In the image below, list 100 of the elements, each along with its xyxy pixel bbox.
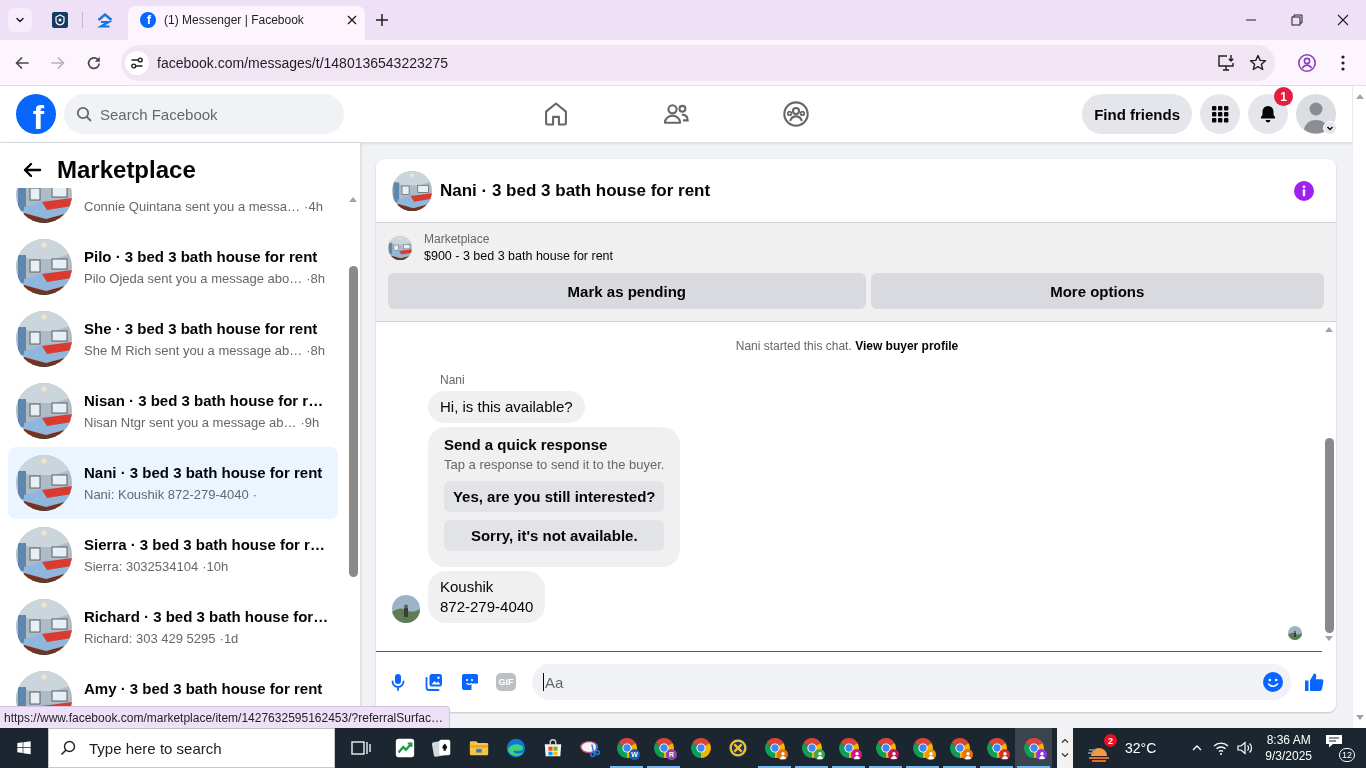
- message-time: ·10h: [202, 559, 229, 575]
- browser-icon: [615, 737, 638, 759]
- back-arrow-icon[interactable]: [22, 160, 42, 180]
- message-time: ·9h: [300, 415, 320, 431]
- message-time: ·: [252, 487, 258, 503]
- thumbs-up-icon[interactable]: [1303, 671, 1325, 693]
- listing-photo: [16, 383, 72, 439]
- close-icon[interactable]: [347, 15, 357, 25]
- text-cursor: [543, 673, 544, 691]
- search-field[interactable]: Type here to search: [48, 728, 335, 768]
- status-url-tooltip: https://www.facebook.com/marketplace/item/1427632595162453/?referralSurfac…: [0, 706, 450, 728]
- clock-time[interactable]: 8:36 AM: [1266, 732, 1311, 748]
- profile-icon[interactable]: [1297, 52, 1317, 73]
- tune-icon[interactable]: [125, 50, 149, 75]
- conversation-title: Richard · 3 bed 3 bath house for…: [84, 607, 330, 627]
- conversation-title: Nani · 3 bed 3 bath house for rent: [84, 463, 324, 483]
- avatar-photo: [1288, 626, 1302, 640]
- conversation-title: She · 3 bed 3 bath house for rent: [84, 319, 319, 339]
- quick-reply-button[interactable]: Sorry, it's not available.: [444, 520, 665, 551]
- more-icon[interactable]: [1341, 54, 1345, 71]
- conversation-item[interactable]: Connie Quintana sent you a messa… ·4h: [8, 188, 338, 231]
- scrollbar-thumb[interactable]: [348, 266, 358, 577]
- listing-summary: $900 - 3 bed 3 bath house for rent: [424, 248, 614, 265]
- alert-badge: 2: [1104, 734, 1117, 747]
- message-time: ·8h: [306, 271, 326, 287]
- listing-photo: [388, 236, 412, 260]
- house-icon: [97, 12, 113, 28]
- message-preview: Richard: 303 429 5295: [84, 631, 216, 647]
- reload-icon[interactable]: [86, 54, 102, 71]
- grid-icon: [1210, 104, 1230, 124]
- photo-icon[interactable]: [424, 672, 444, 692]
- conversation-title: Pilo · 3 bed 3 bath house for rent: [84, 247, 319, 267]
- notification-badge: 1: [1274, 87, 1293, 106]
- conversation-item[interactable]: Nisan · 3 bed 3 bath house for r… Nisan Ntgr sent you a message ab… ·9h: [8, 375, 338, 447]
- address-bar[interactable]: facebook.com/messages/t/1480136543223275: [121, 44, 1275, 81]
- listing-label: Marketplace: [424, 231, 491, 247]
- x-circle-icon: [726, 737, 749, 759]
- crest-icon: [52, 12, 68, 28]
- conversation-item[interactable]: Nani · 3 bed 3 bath house for rent Nani: Koushik 872-279-4040 ·: [8, 447, 338, 519]
- listing-photo: [16, 527, 72, 583]
- conversation-item[interactable]: Pilo · 3 bed 3 bath house for rent Pilo Ojeda sent you a message abo… ·8h: [8, 231, 338, 303]
- chevron-down-icon[interactable]: [1061, 753, 1069, 758]
- listing-photo: [16, 599, 72, 655]
- windows-icon[interactable]: [16, 740, 32, 756]
- sender-name: Nani: [440, 372, 465, 388]
- message-bubble: Koushik 872-279-4040: [428, 571, 546, 623]
- message-time: ·8h: [306, 343, 326, 359]
- playing-cards-icon: [430, 737, 453, 759]
- listing-photo: [16, 311, 72, 367]
- find-friends-button[interactable]: Find friends: [1082, 94, 1192, 134]
- info-icon[interactable]: [1294, 180, 1314, 201]
- volume-icon[interactable]: [1236, 739, 1255, 757]
- message-preview: Pilo Ojeda sent you a message abo…: [84, 271, 303, 287]
- browser-icon: [689, 737, 712, 759]
- quick-reply-hint: Tap a response to send it to the buyer.: [444, 457, 665, 473]
- chat-title: Nani · 3 bed 3 bath house for rent: [440, 180, 712, 201]
- listing-photo: [16, 239, 72, 295]
- restore-icon[interactable]: [1291, 14, 1303, 26]
- plus-icon[interactable]: [375, 13, 389, 27]
- install-icon[interactable]: [1216, 52, 1236, 73]
- quick-reply-button[interactable]: Yes, are you still interested?: [444, 481, 665, 512]
- sticker-icon[interactable]: [460, 672, 480, 692]
- chevron-up-icon[interactable]: [1061, 738, 1069, 743]
- notification-icon[interactable]: [1325, 734, 1343, 748]
- bell-icon: [1258, 104, 1278, 124]
- action-button[interactable]: More options: [870, 273, 1324, 309]
- clock-date[interactable]: 9/3/2025: [1265, 748, 1312, 764]
- emoji-icon[interactable]: [1262, 671, 1284, 693]
- tab-search-button[interactable]: [8, 8, 32, 32]
- conversation-item[interactable]: Richard · 3 bed 3 bath house for… Richard: 303 429 5295 ·1d: [8, 591, 338, 663]
- message-preview: Nani: Koushik 872-279-4040: [84, 487, 249, 503]
- temperature: 32°C: [1125, 740, 1157, 756]
- close-icon[interactable]: [1337, 14, 1349, 26]
- conversation-item[interactable]: Sierra · 3 bed 3 bath house for r… Sierra: 3032534104 ·10h: [8, 519, 338, 591]
- weather-icon[interactable]: [1087, 748, 1111, 762]
- conversation-title: Sierra · 3 bed 3 bath house for r…: [84, 535, 326, 555]
- browser-tab[interactable]: f (1) Messenger | Facebook: [128, 6, 365, 40]
- menu-button[interactable]: [1200, 94, 1240, 134]
- groups-icon[interactable]: [782, 100, 810, 128]
- site-logo[interactable]: f: [16, 94, 56, 134]
- message-bubble: Hi, is this available?: [428, 391, 585, 423]
- sidebar-title: Marketplace: [57, 156, 196, 184]
- notifications-button[interactable]: [1248, 94, 1288, 134]
- listing-photo: [392, 170, 432, 211]
- message-preview: She M Rich sent you a message ab…: [84, 343, 303, 359]
- browser-icon: [652, 737, 675, 759]
- message-preview: Sierra: 3032534104: [84, 559, 199, 575]
- message-field[interactable]: Aa: [532, 664, 1291, 700]
- home-icon[interactable]: [542, 100, 570, 128]
- search-icon: [60, 740, 76, 756]
- listing-photo: [16, 455, 72, 511]
- buyer-profile-link[interactable]: View buyer profile: [855, 339, 959, 353]
- taskbar-button[interactable]: [1015, 728, 1052, 768]
- back-icon[interactable]: [14, 54, 30, 71]
- scrollbar-thumb[interactable]: [1324, 438, 1334, 633]
- search-field[interactable]: Search Facebook: [64, 94, 344, 134]
- action-button[interactable]: Mark as pending: [388, 273, 866, 309]
- notification-count: 12: [1339, 748, 1355, 762]
- conversation-item[interactable]: She · 3 bed 3 bath house for rent She M Rich sent you a message ab… ·8h: [8, 303, 338, 375]
- star-icon[interactable]: [1248, 52, 1268, 73]
